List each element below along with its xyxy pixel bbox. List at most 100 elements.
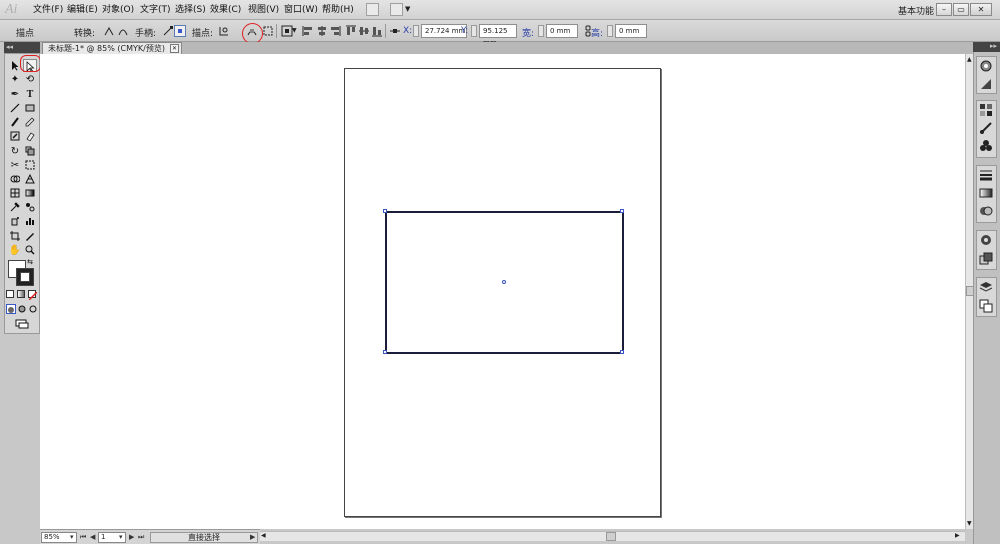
status-tool-name[interactable]: 直接选择 xyxy=(150,532,258,543)
perspective-grid-tool-icon[interactable] xyxy=(23,173,37,186)
transparency-panel-icon[interactable] xyxy=(979,204,993,218)
rotate-tool-icon[interactable]: ↻ xyxy=(8,145,22,158)
anchor-point[interactable] xyxy=(620,350,624,354)
draw-inside-icon[interactable] xyxy=(28,304,38,314)
y-input[interactable]: 95.125 mm xyxy=(479,24,517,47)
none-mode-icon[interactable] xyxy=(28,290,37,300)
align-middle-icon[interactable] xyxy=(358,25,370,37)
symbol-sprayer-tool-icon[interactable] xyxy=(8,215,22,228)
width-stepper[interactable] xyxy=(538,25,544,37)
lasso-tool-icon[interactable]: ⟲ xyxy=(23,73,37,86)
hand-tool-icon[interactable]: ✋ xyxy=(8,244,22,257)
layers-panel-icon[interactable] xyxy=(979,280,993,294)
anchor-point[interactable] xyxy=(383,350,387,354)
previous-artboard-icon[interactable]: ◀ xyxy=(90,533,95,542)
blob-brush-tool-icon[interactable] xyxy=(8,130,22,143)
horizontal-scroll-thumb[interactable] xyxy=(606,532,616,541)
remove-anchor-icon[interactable] xyxy=(218,25,230,37)
draw-behind-icon[interactable] xyxy=(17,304,27,314)
menu-window[interactable]: 窗口(W) xyxy=(284,4,318,16)
magic-wand-tool-icon[interactable]: ✦ xyxy=(8,73,22,86)
height-input[interactable]: 0 mm xyxy=(615,24,647,38)
eraser-tool-icon[interactable] xyxy=(23,130,37,143)
anchor-point[interactable] xyxy=(383,209,387,213)
align-left-icon[interactable] xyxy=(302,25,314,37)
status-menu-icon[interactable]: ▶ xyxy=(250,533,255,542)
menu-file[interactable]: 文件(F) xyxy=(33,4,63,16)
pencil-tool-icon[interactable] xyxy=(23,116,37,129)
type-tool-icon[interactable]: T xyxy=(23,88,37,101)
slice-tool-icon[interactable] xyxy=(23,230,37,243)
appearance-panel-icon[interactable] xyxy=(979,233,993,247)
close-icon[interactable]: ✕ xyxy=(169,44,179,53)
menu-effect[interactable]: 效果(C) xyxy=(210,4,241,16)
panel-dock-expand[interactable]: ▸▸ xyxy=(973,42,1000,52)
gradient-tool-icon[interactable] xyxy=(23,187,37,200)
arrange-documents-icon[interactable] xyxy=(390,3,403,16)
gradient-mode-icon[interactable] xyxy=(17,290,25,298)
hide-handles-icon[interactable] xyxy=(174,25,186,37)
width-input[interactable]: 0 mm xyxy=(546,24,578,38)
scroll-down-icon[interactable]: ▼ xyxy=(967,520,972,527)
free-transform-tool-icon[interactable] xyxy=(23,159,37,172)
horizontal-scrollbar[interactable]: ◀ ▶ xyxy=(260,531,965,541)
menu-view[interactable]: 视图(V) xyxy=(248,4,279,16)
workspace-switcher[interactable]: 基本功能 xyxy=(898,4,934,17)
swap-colors-icon[interactable]: ⇆ xyxy=(26,258,34,266)
chevron-down-icon[interactable]: ▾ xyxy=(119,533,123,542)
draw-normal-icon[interactable] xyxy=(6,304,16,314)
bridge-icon[interactable] xyxy=(366,3,379,16)
blend-tool-icon[interactable] xyxy=(23,201,37,214)
zoom-tool-icon[interactable] xyxy=(23,244,37,257)
screen-mode-icon[interactable] xyxy=(14,318,30,329)
y-stepper[interactable] xyxy=(471,25,477,37)
chevron-down-icon[interactable]: ▼ xyxy=(292,27,297,34)
chevron-down-icon[interactable]: ▼ xyxy=(405,5,410,13)
vertical-scrollbar[interactable]: ▲ ▼ xyxy=(965,54,974,529)
rectangle-tool-icon[interactable] xyxy=(23,102,37,115)
shape-builder-tool-icon[interactable] xyxy=(8,173,22,186)
minimize-button[interactable]: – xyxy=(936,3,952,16)
next-artboard-icon[interactable]: ▶ xyxy=(129,533,134,542)
close-button[interactable]: ✕ xyxy=(970,3,992,16)
color-mode-icon[interactable] xyxy=(6,290,14,298)
gradient-panel-icon[interactable] xyxy=(979,186,993,200)
menu-type[interactable]: 文字(T) xyxy=(140,4,171,16)
menu-object[interactable]: 对象(O) xyxy=(102,4,134,16)
last-artboard-icon[interactable]: ⏭ xyxy=(138,533,144,542)
align-top-icon[interactable] xyxy=(345,25,357,37)
artboards-panel-icon[interactable] xyxy=(979,299,993,313)
swatches-panel-icon[interactable] xyxy=(979,103,993,117)
scroll-right-icon[interactable]: ▶ xyxy=(955,532,960,539)
color-guide-icon[interactable] xyxy=(979,77,993,91)
symbols-panel-icon[interactable] xyxy=(979,139,993,153)
stroke-panel-icon[interactable] xyxy=(979,168,993,182)
scroll-left-icon[interactable]: ◀ xyxy=(261,532,266,539)
tool-panel-collapse[interactable]: ◂◂ xyxy=(4,42,40,53)
document-tab[interactable]: 未标题-1* @ 85% (CMYK/预览) ✕ xyxy=(42,42,182,54)
color-panel-icon[interactable] xyxy=(979,59,993,73)
restore-button[interactable]: ▭ xyxy=(953,3,969,16)
convert-corner-icon[interactable] xyxy=(103,25,115,37)
chevron-down-icon[interactable]: ▾ xyxy=(70,533,74,542)
x-stepper[interactable] xyxy=(413,25,419,37)
anchor-point[interactable] xyxy=(620,209,624,213)
menu-edit[interactable]: 编辑(E) xyxy=(67,4,98,16)
eyedropper-tool-icon[interactable] xyxy=(8,201,22,214)
brushes-panel-icon[interactable] xyxy=(979,121,993,135)
paintbrush-tool-icon[interactable] xyxy=(8,116,22,129)
mesh-tool-icon[interactable] xyxy=(8,187,22,200)
show-handles-icon[interactable] xyxy=(162,25,174,37)
canvas-area[interactable] xyxy=(40,54,965,529)
scale-tool-icon[interactable] xyxy=(23,145,37,158)
menu-select[interactable]: 选择(S) xyxy=(175,4,206,16)
height-stepper[interactable] xyxy=(607,25,613,37)
align-bottom-icon[interactable] xyxy=(371,25,383,37)
first-artboard-icon[interactable]: ⏮ xyxy=(80,533,86,542)
warp-tool-icon[interactable]: ✂ xyxy=(8,159,22,172)
isolate-icon[interactable] xyxy=(262,25,274,37)
line-tool-icon[interactable] xyxy=(8,102,22,115)
align-center-icon[interactable] xyxy=(316,25,328,37)
reference-point-icon[interactable] xyxy=(389,25,401,37)
menu-help[interactable]: 帮助(H) xyxy=(322,4,354,16)
